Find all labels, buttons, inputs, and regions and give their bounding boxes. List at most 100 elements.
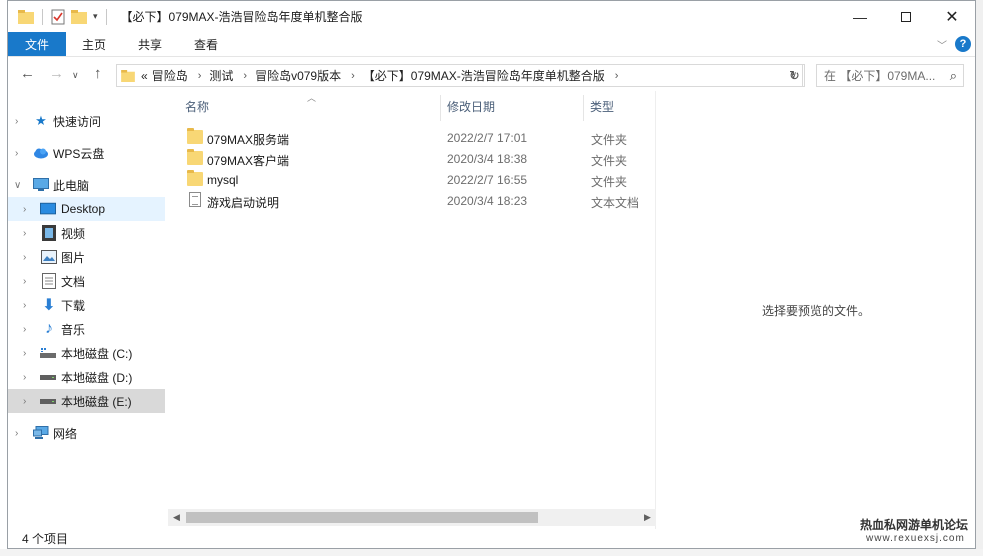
column-divider[interactable] — [583, 95, 584, 121]
scrollbar-thumb[interactable] — [186, 512, 538, 523]
column-header-modified[interactable]: 修改日期 — [447, 91, 495, 121]
chevron-right-icon[interactable]: › — [23, 300, 26, 311]
sidebar-item-pictures[interactable]: › 图片 — [8, 245, 165, 269]
tab-home[interactable]: 主页 — [66, 32, 122, 56]
new-folder-icon[interactable] — [71, 9, 87, 24]
sidebar-item-documents[interactable]: › 文档 — [8, 269, 165, 293]
sidebar-item-label: 本地磁盘 (D:) — [61, 370, 133, 385]
chevron-right-icon[interactable]: › — [15, 116, 18, 127]
refresh-button[interactable]: ↻ — [785, 64, 805, 87]
separator — [105, 8, 107, 25]
tab-view[interactable]: 查看 — [178, 32, 234, 56]
drive-icon — [40, 393, 56, 409]
sidebar-item-desktop[interactable]: › Desktop — [8, 197, 165, 221]
search-input[interactable]: 在 【必下】079MA... ⌕ — [816, 64, 964, 87]
back-button[interactable]: ← — [20, 65, 35, 82]
drive-c-icon — [40, 345, 56, 361]
file-name: 079MAX客户端 — [207, 154, 290, 168]
scroll-right-button[interactable]: ▶ — [639, 509, 656, 526]
file-row[interactable]: 079MAX服务端 2022/2/7 17:01 文件夹 — [168, 127, 656, 148]
file-modified: 2022/2/7 16:55 — [447, 173, 528, 187]
breadcrumb-item[interactable]: 测试 — [209, 67, 233, 84]
file-list: ︿ 名称 修改日期 类型 079MAX服务端 2022/2/7 17:01 文件… — [168, 91, 656, 529]
drive-icon — [40, 369, 56, 385]
folder-icon — [121, 69, 135, 82]
watermark-url: www.rexuexsj.com — [866, 533, 965, 544]
breadcrumb-item[interactable]: 冒险岛 — [152, 67, 188, 84]
file-row[interactable]: 079MAX客户端 2020/3/4 18:38 文件夹 — [168, 148, 656, 169]
window-controls: — ✕ — [837, 1, 975, 32]
sidebar-item-drive-c[interactable]: › 本地磁盘 (C:) — [8, 341, 165, 365]
close-button[interactable]: ✕ — [929, 1, 975, 32]
maximize-button[interactable] — [883, 1, 929, 32]
sidebar-item-videos[interactable]: › 视频 — [8, 221, 165, 245]
sidebar-item-network[interactable]: › 网络 — [8, 421, 165, 445]
documents-icon — [41, 273, 57, 289]
chevron-right-icon[interactable]: › — [15, 148, 18, 159]
folder-icon — [187, 170, 203, 186]
background-window-edge — [976, 0, 983, 556]
sidebar-item-this-pc[interactable]: ∨ 此电脑 — [8, 173, 165, 197]
chevron-right-icon[interactable]: › — [23, 228, 26, 239]
column-header-name[interactable]: 名称 — [185, 91, 209, 121]
sidebar-item-wps-cloud[interactable]: › WPS云盘 — [8, 141, 165, 165]
chevron-right-icon[interactable]: › — [615, 70, 619, 82]
column-divider[interactable] — [440, 95, 441, 121]
horizontal-scrollbar[interactable]: ◀ ▶ — [168, 509, 656, 526]
window-title: 【必下】079MAX-浩浩冒险岛年度单机整合版 — [120, 10, 363, 24]
chevron-right-icon[interactable]: › — [23, 348, 26, 359]
file-type: 文件夹 — [591, 175, 628, 189]
search-placeholder: 在 【必下】079MA... — [824, 69, 936, 83]
scroll-left-button[interactable]: ◀ — [168, 509, 185, 526]
expand-ribbon-icon[interactable]: ﹀ — [937, 37, 947, 52]
folder-icon — [187, 128, 203, 144]
properties-icon[interactable] — [51, 9, 65, 25]
computer-icon — [33, 177, 49, 193]
chevron-right-icon[interactable]: › — [15, 428, 18, 439]
chevron-right-icon[interactable]: › — [198, 70, 202, 82]
chevron-down-icon[interactable]: ∨ — [14, 180, 21, 191]
cloud-icon — [33, 145, 49, 161]
file-row[interactable]: 游戏启动说明 2020/3/4 18:23 文本文档 — [168, 190, 656, 211]
chevron-right-icon[interactable]: › — [23, 396, 26, 407]
chevron-right-icon[interactable]: › — [23, 252, 26, 263]
breadcrumb-item[interactable]: 冒险岛v079版本 — [255, 67, 341, 84]
sidebar-item-label: 网络 — [53, 426, 78, 441]
recent-locations-icon[interactable]: ∨ — [72, 70, 79, 81]
chevron-right-icon[interactable]: › — [23, 204, 26, 215]
sidebar-item-label: WPS云盘 — [53, 146, 105, 161]
sidebar-item-drive-e[interactable]: › 本地磁盘 (E:) — [8, 389, 165, 413]
sidebar-item-music[interactable]: › ♪ 音乐 — [8, 317, 165, 341]
sidebar-item-label: 图片 — [61, 250, 86, 265]
picture-icon — [41, 249, 57, 265]
sidebar-item-quick-access[interactable]: › ★ 快速访问 — [8, 109, 165, 133]
help-icon[interactable]: ? — [955, 36, 971, 52]
video-icon — [41, 225, 57, 241]
explorer-window: ▾ 【必下】079MAX-浩浩冒险岛年度单机整合版 — ✕ 文件 主页 共享 查… — [7, 0, 976, 549]
forward-button[interactable]: → — [49, 65, 64, 82]
chevron-right-icon[interactable]: › — [23, 372, 26, 383]
breadcrumb-item[interactable]: 【必下】079MAX-浩浩冒险岛年度单机整合版 — [363, 67, 605, 84]
sidebar-item-drive-d[interactable]: › 本地磁盘 (D:) — [8, 365, 165, 389]
chevron-right-icon[interactable]: › — [351, 70, 355, 82]
sidebar-item-downloads[interactable]: › ⬇ 下载 — [8, 293, 165, 317]
column-header-type[interactable]: 类型 — [590, 91, 614, 121]
file-row[interactable]: mysql 2022/2/7 16:55 文件夹 — [168, 169, 656, 190]
chevron-right-icon[interactable]: › — [243, 70, 247, 82]
tab-share[interactable]: 共享 — [122, 32, 178, 56]
tab-file[interactable]: 文件 — [8, 32, 67, 56]
minimize-button[interactable]: — — [837, 1, 883, 32]
file-modified: 2022/2/7 17:01 — [447, 131, 528, 145]
chevron-right-icon[interactable]: › — [23, 324, 26, 335]
breadcrumb-overflow[interactable]: « — [141, 69, 148, 83]
sidebar-item-label: 快速访问 — [53, 114, 102, 129]
title-bar: ▾ 【必下】079MAX-浩浩冒险岛年度单机整合版 — ✕ — [8, 1, 975, 32]
minimize-icon: — — [853, 8, 867, 25]
address-bar[interactable]: « 冒险岛 › 测试 › 冒险岛v079版本 › 【必下】079MAX-浩浩冒险… — [116, 64, 803, 87]
customize-toolbar-icon[interactable]: ▾ — [93, 11, 98, 22]
file-modified: 2020/3/4 18:23 — [447, 194, 528, 208]
chevron-right-icon[interactable]: › — [23, 276, 26, 287]
sidebar-item-label: 文档 — [61, 274, 86, 289]
download-icon: ⬇ — [42, 297, 56, 314]
up-button[interactable]: ↑ — [94, 65, 102, 82]
